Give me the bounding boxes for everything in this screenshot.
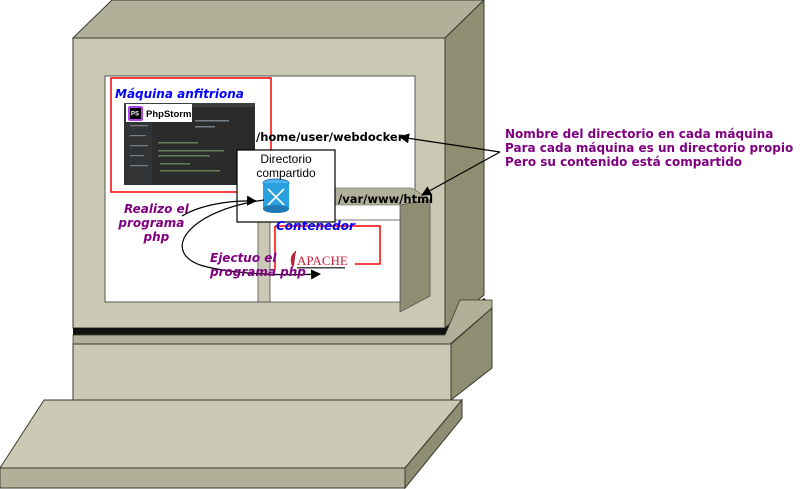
container-path-label: /var/www/html bbox=[338, 192, 434, 206]
shared-folder-icon bbox=[262, 178, 290, 213]
container-action-label: Ejectuo el programa php bbox=[210, 251, 306, 280]
container-action-line1: Ejectuo el bbox=[210, 251, 277, 265]
keyboard-top bbox=[0, 399, 464, 469]
container-panel-right bbox=[399, 199, 431, 313]
explanation-line-3: Pero su contenido está compartido bbox=[505, 154, 743, 169]
host-action-line1: Realizo el bbox=[124, 202, 189, 216]
explanation-line-2: Para cada máquina es un directorio propi… bbox=[505, 140, 794, 155]
container-action-line2: programa php bbox=[210, 264, 306, 279]
phpstorm-window: PS PhpStorm bbox=[124, 103, 255, 185]
phpstorm-name: PhpStorm bbox=[146, 109, 191, 120]
host-label: Máquina anfitriona bbox=[115, 87, 244, 101]
host-action-line3: php bbox=[143, 229, 170, 244]
host-path-label: /home/user/webdocker bbox=[256, 130, 404, 144]
host-action-label: Realizo el programa php bbox=[118, 202, 189, 244]
monitor-top bbox=[71, 0, 485, 39]
shared-dir-label: Directorio compartido bbox=[241, 152, 331, 181]
explanation-line-1: Nombre del directorio en cada máquina bbox=[505, 127, 774, 141]
phpstorm-badge-text: PS bbox=[131, 112, 139, 118]
keyboard-front bbox=[0, 467, 406, 489]
phpstorm-icon: PS bbox=[128, 106, 143, 121]
shared-dir-label-line1: Directorio bbox=[260, 152, 312, 166]
explanation-note: Nombre del directorio en cada máquina Pa… bbox=[505, 127, 794, 169]
computer-diagram: PS PhpStorm APACHE bbox=[0, 0, 501, 489]
shared-dir-label-line2: compartido bbox=[256, 165, 316, 180]
host-action-line2: programa bbox=[118, 215, 185, 230]
container-label: Contenedor bbox=[276, 219, 355, 233]
base-front bbox=[72, 343, 452, 401]
